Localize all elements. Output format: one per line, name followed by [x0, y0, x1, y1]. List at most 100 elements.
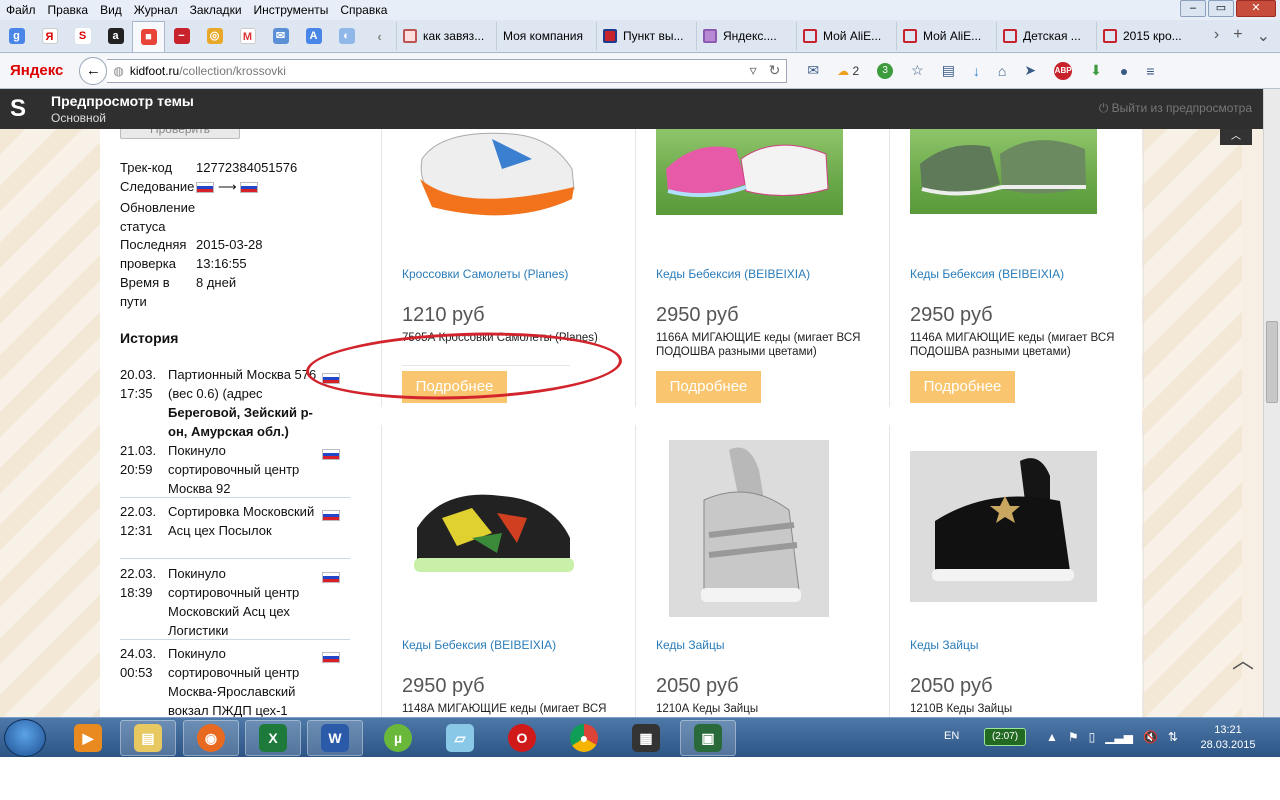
page-viewport: Проверить Трек-код 12772384051576 Следов…: [0, 129, 1280, 717]
adblock-icon[interactable]: ABP: [1054, 61, 1073, 80]
pinned-tab-google[interactable]: g: [0, 22, 33, 50]
product-name[interactable]: Кроссовки Самолеты (Planes): [402, 267, 568, 281]
minimize-icon[interactable]: –: [1180, 0, 1206, 17]
battery-icon[interactable]: ▯: [1089, 730, 1096, 744]
tab-3[interactable]: Пункт вы...: [596, 22, 696, 50]
details-button[interactable]: Подробнее: [402, 371, 507, 403]
network-icon[interactable]: ⇅: [1168, 730, 1178, 744]
window-controls: – ▭ ✕: [1180, 0, 1276, 17]
pinned-tab-yandex[interactable]: Я: [33, 22, 66, 50]
close-icon[interactable]: ✕: [1236, 0, 1276, 17]
scroll-up-arrow-icon[interactable]: ︿: [1232, 643, 1254, 675]
pinned-tab-s[interactable]: S: [66, 22, 99, 50]
menu-tools[interactable]: Инструменты: [248, 3, 335, 17]
pinned-tab-active[interactable]: ■: [132, 20, 165, 52]
taskbar-notes[interactable]: ▱: [432, 720, 488, 756]
yandex-logo[interactable]: Яндекс: [0, 62, 73, 79]
check-button[interactable]: Проверить: [120, 129, 240, 139]
pinned-tab-picasa[interactable]: ◐: [330, 22, 363, 50]
tray-expand-icon[interactable]: ▲: [1046, 730, 1058, 744]
product-name[interactable]: Кеды Бебексия (BEIBEIXIA): [656, 267, 810, 281]
product-image[interactable]: [910, 129, 1097, 214]
google-icon: g: [8, 28, 25, 44]
star-icon[interactable]: ☆: [911, 62, 924, 79]
exit-preview-link[interactable]: ⏻ Выйти из предпросмотра: [1099, 101, 1252, 116]
mail-icon[interactable]: ✉: [807, 62, 819, 79]
flag-icon[interactable]: ⚑: [1068, 730, 1079, 744]
tab-2[interactable]: Моя компания: [496, 22, 596, 50]
product-image[interactable]: [656, 129, 843, 215]
taskbar-explorer[interactable]: ▤: [120, 720, 176, 756]
taskbar-movie-maker[interactable]: ▦: [618, 720, 674, 756]
menu-history[interactable]: Журнал: [128, 3, 184, 17]
details-button[interactable]: Подробнее: [910, 371, 1015, 403]
taskbar-opera[interactable]: O: [494, 720, 550, 756]
new-tab-icon[interactable]: +: [1233, 26, 1242, 46]
language-indicator[interactable]: EN: [944, 730, 959, 742]
reload-icon[interactable]: ↻: [769, 62, 787, 79]
taskbar-word[interactable]: W: [307, 720, 363, 756]
download-icon[interactable]: ↓: [973, 63, 980, 79]
dropdown-icon[interactable]: ▿: [750, 62, 763, 79]
pinned-tab-mail[interactable]: ✉: [264, 22, 297, 50]
chevron-down-icon[interactable]: ⌄: [1257, 26, 1270, 46]
taskbar-chrome[interactable]: ●: [556, 720, 612, 756]
last-check-label: Последняя проверка: [120, 237, 187, 271]
scroll-top-button[interactable]: ︿: [1220, 129, 1252, 145]
weather-value: 2: [852, 63, 860, 78]
details-button[interactable]: Подробнее: [656, 371, 761, 403]
taskbar-firefox[interactable]: ◉: [183, 720, 239, 756]
tabs-scroll-left[interactable]: ‹: [363, 22, 396, 50]
clipboard-icon[interactable]: ▤: [942, 62, 955, 79]
system-clock[interactable]: 13:21 28.03.2015: [1196, 723, 1260, 753]
home-icon[interactable]: ⌂: [998, 63, 1006, 79]
back-button[interactable]: ←: [79, 56, 108, 85]
yandex-page-icon: [703, 29, 717, 43]
battery-indicator[interactable]: (2:07): [984, 728, 1026, 746]
pinned-tab-translate[interactable]: A: [297, 22, 330, 50]
tab-8[interactable]: 2015 кро...: [1096, 22, 1196, 50]
menu-bookmarks[interactable]: Закладки: [184, 3, 248, 17]
product-name[interactable]: Кеды Зайцы: [910, 638, 978, 652]
volume-muted-icon[interactable]: 🔇: [1143, 730, 1158, 744]
page-scrollbar[interactable]: [1263, 89, 1280, 717]
scrollbar-thumb[interactable]: [1266, 321, 1278, 403]
pinned-tab-a[interactable]: a: [99, 22, 132, 50]
tab-5[interactable]: Мой AliE...: [796, 22, 896, 50]
product-name[interactable]: Кеды Бебексия (BEIBEIXIA): [402, 638, 556, 652]
product-image[interactable]: [910, 451, 1097, 602]
menu-icon[interactable]: ≡: [1146, 63, 1154, 79]
menu-file[interactable]: Файл: [0, 3, 42, 17]
taskbar-media-player[interactable]: ▶: [60, 720, 116, 756]
chat-icon[interactable]: ●: [1120, 63, 1128, 79]
product-name[interactable]: Кеды Бебексия (BEIBEIXIA): [910, 267, 1064, 281]
product-price: 2950 руб: [910, 304, 993, 326]
tab-6[interactable]: Мой AliE...: [896, 22, 996, 50]
product-image[interactable]: [669, 440, 829, 617]
weather-widget[interactable]: ☁ 2: [837, 64, 859, 78]
signal-icon[interactable]: ▁▃▅: [1105, 730, 1133, 744]
tab-4[interactable]: Яндекс....: [696, 22, 796, 50]
notification-badge[interactable]: 3: [877, 62, 894, 79]
menu-view[interactable]: Вид: [94, 3, 128, 17]
product-image[interactable]: [402, 468, 589, 585]
start-button[interactable]: [4, 719, 46, 757]
product-image[interactable]: [402, 129, 592, 229]
maximize-icon[interactable]: ▭: [1208, 0, 1234, 17]
menu-help[interactable]: Справка: [334, 3, 393, 17]
pinned-tab-circle[interactable]: ◎: [198, 22, 231, 50]
taskbar-excel[interactable]: X: [245, 720, 301, 756]
download-green-icon[interactable]: ⬇: [1090, 62, 1102, 79]
chevron-right-icon[interactable]: ›: [1214, 26, 1219, 46]
pinned-tab-red[interactable]: −: [165, 22, 198, 50]
tab-7[interactable]: Детская ...: [996, 22, 1096, 50]
taskbar-monitor[interactable]: ▣: [680, 720, 736, 756]
menu-edit[interactable]: Правка: [42, 3, 95, 17]
url-bar[interactable]: ◍ kidfoot.ru /collection/krossovki ▿ ↻: [107, 58, 788, 83]
product-name[interactable]: Кеды Зайцы: [656, 638, 724, 652]
send-icon[interactable]: ➤: [1024, 62, 1036, 79]
product-price: 2950 руб: [402, 675, 485, 697]
pinned-tab-gmail[interactable]: M: [231, 22, 264, 50]
taskbar-utorrent[interactable]: µ: [370, 720, 426, 756]
tab-1[interactable]: как завяз...: [396, 22, 496, 50]
